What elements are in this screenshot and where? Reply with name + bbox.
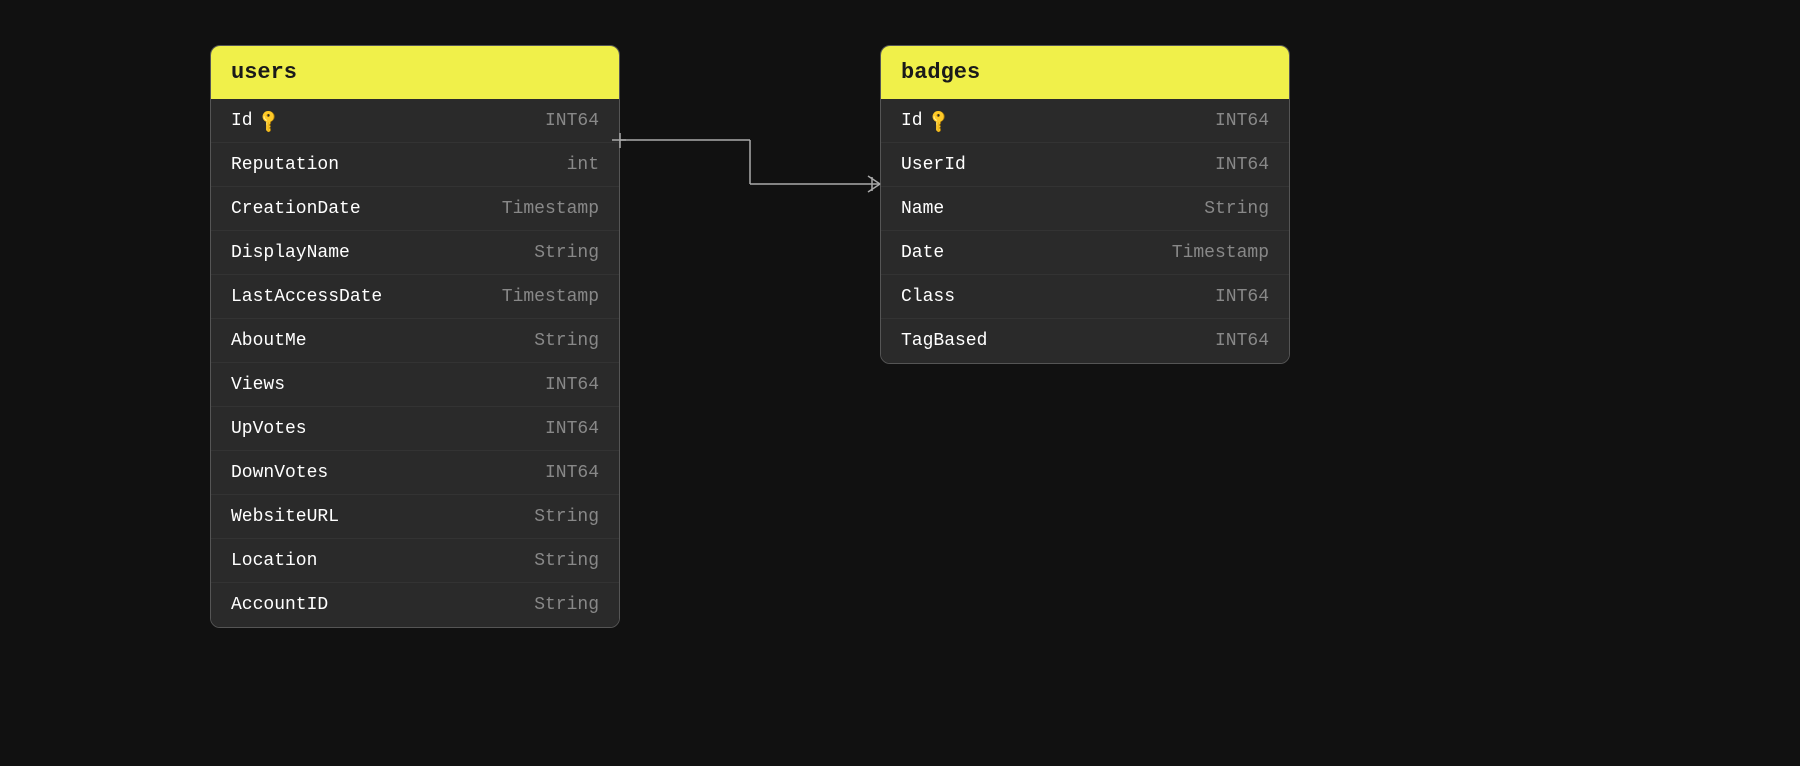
col-name: Id 🔑: [901, 111, 949, 131]
table-row: UserId INT64: [881, 143, 1289, 187]
col-type: String: [534, 331, 599, 351]
table-row: Location String: [211, 539, 619, 583]
col-name: WebsiteURL: [231, 507, 339, 527]
col-name: DownVotes: [231, 463, 328, 483]
col-type: Timestamp: [502, 199, 599, 219]
col-type: String: [534, 507, 599, 527]
table-row: Views INT64: [211, 363, 619, 407]
users-table-body: Id 🔑 INT64 Reputation int CreationDate T…: [211, 99, 619, 627]
table-row: DownVotes INT64: [211, 451, 619, 495]
users-table-header: users: [211, 46, 619, 99]
col-name: Class: [901, 287, 955, 307]
table-row: Name String: [881, 187, 1289, 231]
col-type: String: [534, 243, 599, 263]
table-row: WebsiteURL String: [211, 495, 619, 539]
col-type: INT64: [1215, 331, 1269, 351]
table-row: TagBased INT64: [881, 319, 1289, 363]
col-type: INT64: [1215, 155, 1269, 175]
badges-table-header: badges: [881, 46, 1289, 99]
col-name: Views: [231, 375, 285, 395]
col-type: INT64: [545, 419, 599, 439]
table-row: Class INT64: [881, 275, 1289, 319]
col-name: UpVotes: [231, 419, 307, 439]
canvas: users Id 🔑 INT64 Reputation int Creation…: [0, 0, 1800, 766]
col-name: CreationDate: [231, 199, 361, 219]
key-icon: 🔑: [254, 106, 282, 134]
table-row: Reputation int: [211, 143, 619, 187]
users-table: users Id 🔑 INT64 Reputation int Creation…: [210, 45, 620, 628]
key-icon: 🔑: [924, 106, 952, 134]
col-name: Location: [231, 551, 317, 571]
col-type: String: [534, 551, 599, 571]
table-row: Id 🔑 INT64: [211, 99, 619, 143]
col-name: TagBased: [901, 331, 987, 351]
col-type: String: [534, 595, 599, 615]
col-type: INT64: [1215, 287, 1269, 307]
table-row: LastAccessDate Timestamp: [211, 275, 619, 319]
col-type: int: [567, 155, 599, 175]
table-row: Id 🔑 INT64: [881, 99, 1289, 143]
col-name: Date: [901, 243, 944, 263]
col-name: Reputation: [231, 155, 339, 175]
table-row: AccountID String: [211, 583, 619, 627]
col-type: INT64: [545, 463, 599, 483]
col-type: INT64: [545, 111, 599, 131]
col-name: AccountID: [231, 595, 328, 615]
col-name: UserId: [901, 155, 966, 175]
table-row: CreationDate Timestamp: [211, 187, 619, 231]
table-row: DisplayName String: [211, 231, 619, 275]
col-type: Timestamp: [502, 287, 599, 307]
col-type: Timestamp: [1172, 243, 1269, 263]
badges-table: badges Id 🔑 INT64 UserId INT64 Name Stri…: [880, 45, 1290, 364]
col-name: LastAccessDate: [231, 287, 382, 307]
col-type: INT64: [1215, 111, 1269, 131]
table-row: UpVotes INT64: [211, 407, 619, 451]
col-name: AboutMe: [231, 331, 307, 351]
col-name: Id 🔑: [231, 111, 279, 131]
table-row: AboutMe String: [211, 319, 619, 363]
col-type: INT64: [545, 375, 599, 395]
col-name: Name: [901, 199, 944, 219]
badges-table-body: Id 🔑 INT64 UserId INT64 Name String Date…: [881, 99, 1289, 363]
col-type: String: [1204, 199, 1269, 219]
col-name: DisplayName: [231, 243, 350, 263]
table-row: Date Timestamp: [881, 231, 1289, 275]
